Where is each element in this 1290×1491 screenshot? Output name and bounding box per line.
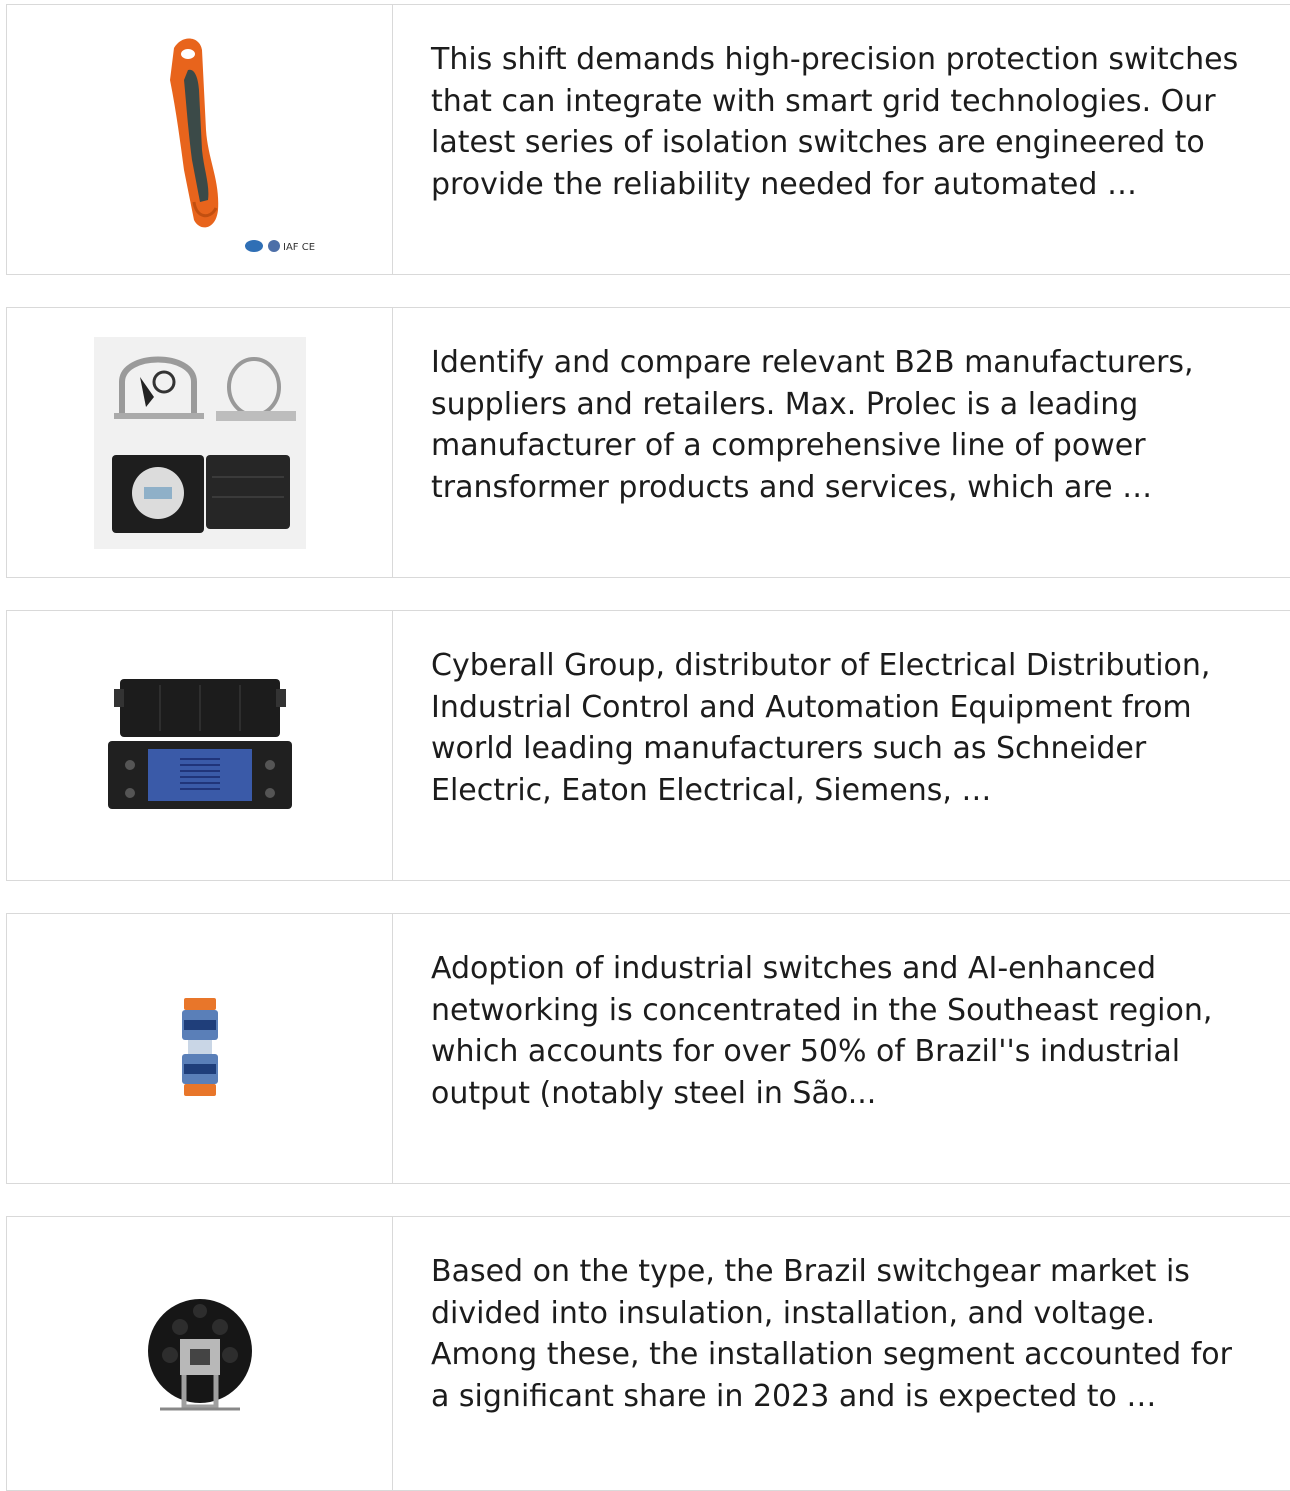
- list-item[interactable]: IAF CE This shift demands high-precision…: [6, 4, 1290, 275]
- black-enclosure-box-image: [107, 678, 292, 809]
- item-description: Identify and compare relevant B2B manufa…: [431, 345, 1194, 505]
- certification-marks: IAF CE: [244, 239, 315, 253]
- product-thumbnail[interactable]: [7, 914, 393, 1183]
- svg-text:IAF CE: IAF CE: [283, 242, 315, 253]
- orange-handheld-tool-image: IAF CE: [169, 37, 315, 253]
- list-item[interactable]: Adoption of industrial switches and AI-e…: [6, 913, 1290, 1184]
- item-description: Adoption of industrial switches and AI-e…: [431, 951, 1213, 1111]
- list-item[interactable]: Identify and compare relevant B2B manufa…: [6, 307, 1290, 578]
- product-thumbnail[interactable]: IAF CE: [7, 5, 393, 274]
- duct-connector-image: [181, 997, 218, 1096]
- splice-closure-kit-image: [93, 336, 306, 549]
- item-description: Based on the type, the Brazil switchgear…: [431, 1254, 1232, 1414]
- item-description: This shift demands high-precision protec…: [431, 42, 1239, 202]
- product-list: IAF CE This shift demands high-precision…: [6, 4, 1290, 1491]
- round-terminal-box-image: [147, 1298, 252, 1410]
- item-description: Cyberall Group, distributor of Electrica…: [431, 648, 1211, 808]
- list-item[interactable]: Cyberall Group, distributor of Electrica…: [6, 610, 1290, 881]
- product-thumbnail[interactable]: [7, 1217, 393, 1490]
- list-item[interactable]: Based on the type, the Brazil switchgear…: [6, 1216, 1290, 1491]
- product-thumbnail[interactable]: [7, 611, 393, 880]
- product-thumbnail[interactable]: [7, 308, 393, 577]
